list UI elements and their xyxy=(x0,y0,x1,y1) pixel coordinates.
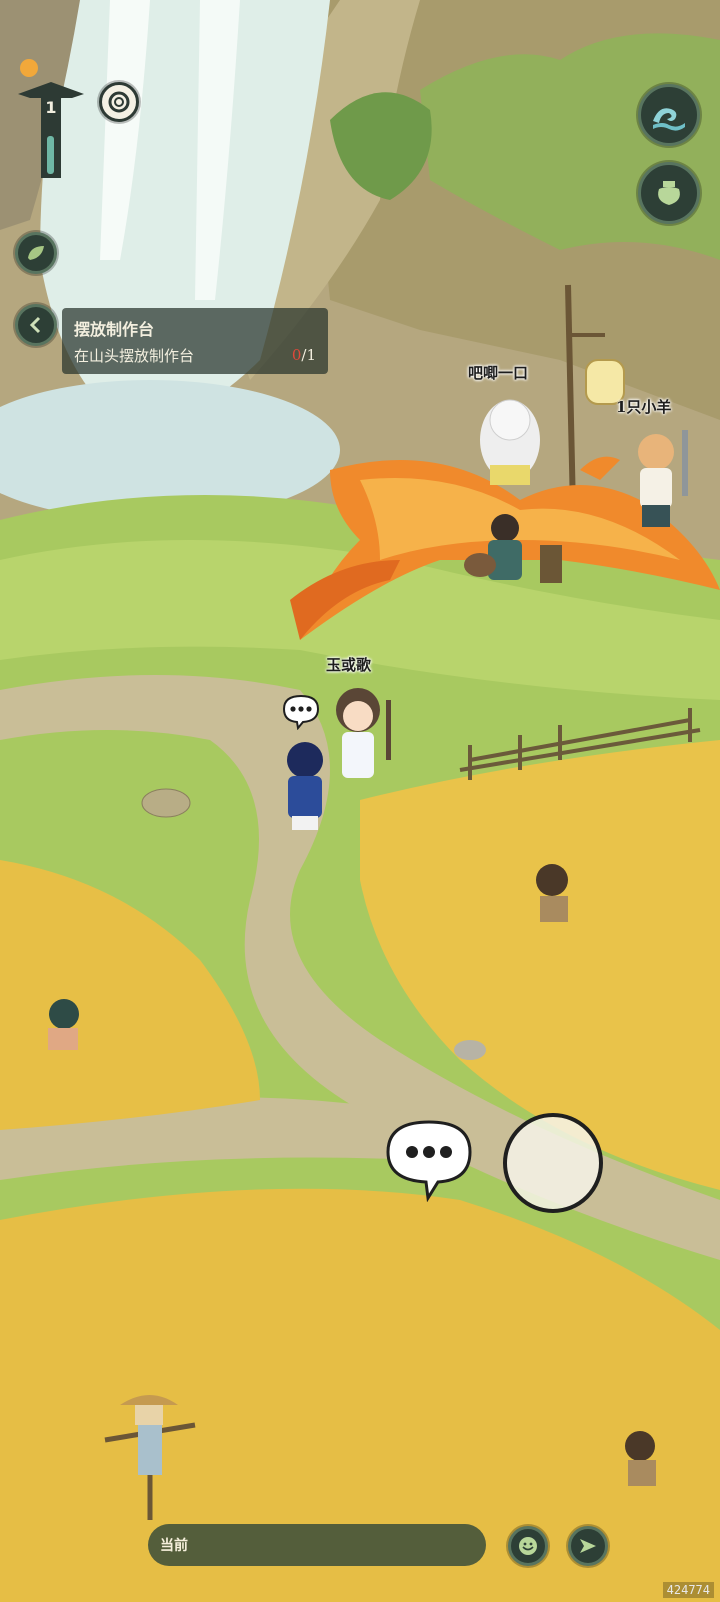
quest-progress: 0/1 xyxy=(292,346,316,364)
leaf-button[interactable] xyxy=(15,232,57,274)
wave-icon xyxy=(653,108,685,131)
chat-channel-label: 当前 xyxy=(160,1538,188,1554)
action-circle-icon xyxy=(503,1113,603,1213)
chat-action-button[interactable] xyxy=(384,1118,474,1203)
player-name: 玉或歌 xyxy=(326,656,372,674)
npc-name-top: 吧唧一口 xyxy=(468,364,529,382)
chat-input-bar[interactable]: 当前 xyxy=(148,1524,486,1566)
chevron-left-icon xyxy=(29,316,41,334)
quest-progress-total: /1 xyxy=(301,346,316,364)
quest-title: 摆放制作台 xyxy=(74,320,155,339)
npc-speech-bubble[interactable] xyxy=(282,694,320,731)
speech-bubble-icon xyxy=(386,1120,472,1203)
quest-description: 在山头摆放制作台 xyxy=(74,347,195,365)
main-action-button[interactable] xyxy=(500,1110,606,1216)
wave-button[interactable] xyxy=(638,84,700,146)
quest-collapse-button[interactable] xyxy=(15,304,57,346)
send-button[interactable] xyxy=(568,1526,608,1566)
ring-button[interactable] xyxy=(99,82,139,122)
leaf-icon xyxy=(28,246,44,260)
ring-icon xyxy=(108,91,130,113)
speech-bubble-icon xyxy=(282,694,320,731)
quest-panel[interactable]: 摆放制作台 在山头摆放制作台 0/1 xyxy=(62,308,328,374)
smile-icon xyxy=(519,1537,537,1555)
send-icon xyxy=(580,1539,596,1553)
pagoda-emblem-icon xyxy=(18,59,84,178)
pot-icon xyxy=(658,181,680,205)
emoji-button[interactable] xyxy=(508,1526,548,1566)
pot-button[interactable] xyxy=(638,162,700,224)
quest-progress-current: 0 xyxy=(291,346,302,364)
npc-name-sheep: 1只小羊 xyxy=(616,398,672,416)
watermark-id: 424774 xyxy=(662,1582,714,1598)
game-scene xyxy=(0,0,720,1602)
level-number: 1 xyxy=(45,98,57,117)
level-emblem[interactable]: 1 xyxy=(14,56,88,198)
